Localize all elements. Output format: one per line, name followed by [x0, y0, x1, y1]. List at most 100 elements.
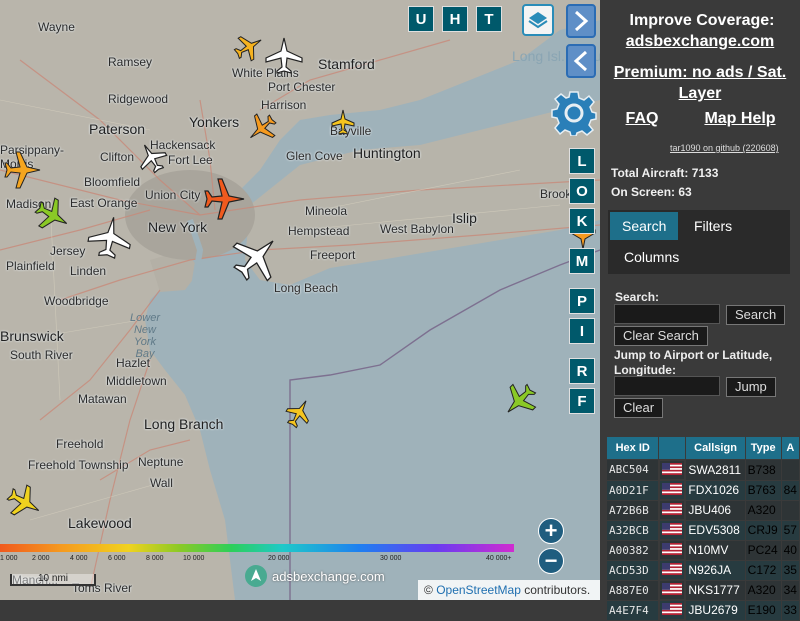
- us-flag-icon: [662, 502, 683, 515]
- place-ramsey: Ramsey: [108, 55, 153, 69]
- button-p[interactable]: P: [569, 288, 595, 314]
- place-bloomfield: Bloomfield: [84, 175, 141, 189]
- table-cell-type: B763: [744, 479, 782, 501]
- legend-label: 4 000: [70, 555, 88, 562]
- table-header-row: Hex ID Callsign Type A: [605, 436, 800, 460]
- place-islip: Islip: [452, 210, 477, 226]
- button-m[interactable]: M: [569, 248, 595, 274]
- place-linden: Linden: [70, 264, 107, 278]
- place-stamford: Stamford: [318, 56, 375, 72]
- premium-link-line2[interactable]: Layer: [600, 85, 800, 103]
- legend-label: 6 000: [108, 555, 126, 562]
- map-attribution: © OpenStreetMap contributors.: [418, 580, 600, 600]
- table-row[interactable]: A32BCB EDV5308 CRJ9 57: [605, 519, 800, 541]
- button-i[interactable]: I: [569, 318, 595, 344]
- place-mineola: Mineola: [305, 204, 348, 218]
- place-clifton: Clifton: [100, 150, 135, 164]
- table-cell-type: CRJ9: [744, 519, 782, 541]
- map-help-label: Map Help: [704, 110, 776, 127]
- button-l[interactable]: L: [569, 148, 595, 174]
- adsbexchange-logo-icon: [245, 565, 267, 587]
- tab-filters[interactable]: Filters: [682, 212, 744, 240]
- column-header-type[interactable]: Type: [744, 436, 782, 460]
- clear-button[interactable]: Clear: [614, 398, 664, 418]
- place-jersey: Jersey: [50, 244, 86, 258]
- version-link[interactable]: tar1090 on github (220608): [670, 143, 779, 153]
- us-flag-icon: [662, 602, 683, 615]
- collapse-panel-button[interactable]: [566, 44, 596, 78]
- aircraft-icon[interactable]: [0, 150, 44, 190]
- table-row[interactable]: ACD53D N926JA C172 35: [605, 559, 800, 581]
- clear-search-button[interactable]: Clear Search: [614, 326, 708, 346]
- button-o[interactable]: O: [569, 178, 595, 204]
- legend-label: 30 000: [380, 555, 402, 562]
- aircraft-icon[interactable]: [330, 108, 356, 136]
- column-header-callsign[interactable]: Callsign: [685, 436, 746, 460]
- total-aircraft-value: 7133: [691, 166, 719, 180]
- jump-input[interactable]: [614, 376, 720, 396]
- watermark-text: adsbexchange.com: [272, 568, 385, 584]
- button-f[interactable]: F: [569, 388, 595, 414]
- jump-button[interactable]: Jump: [726, 377, 776, 397]
- chevron-left-icon: [573, 50, 588, 72]
- button-u[interactable]: U: [408, 6, 434, 32]
- aircraft-icon[interactable]: [4, 482, 44, 522]
- premium-link[interactable]: Premium: no ads / Sat.: [600, 64, 800, 82]
- map-view[interactable]: Wayne Ramsey Ridgewood Paterson Hackensa…: [0, 0, 600, 600]
- table-cell-hex: ABC504: [605, 459, 660, 481]
- map-help-link[interactable]: Map Help: [700, 110, 780, 128]
- aircraft-icon[interactable]: [284, 396, 314, 430]
- zoom-in-button[interactable]: +: [538, 518, 564, 544]
- aircraft-icon[interactable]: [232, 30, 266, 64]
- table-cell-hex: A00382: [605, 539, 660, 561]
- table-row[interactable]: A00382 N10MV PC24 40: [605, 539, 800, 561]
- faq-link[interactable]: FAQ: [622, 110, 662, 128]
- button-h[interactable]: H: [442, 6, 468, 32]
- aircraft-icon[interactable]: [32, 195, 72, 235]
- tab-search[interactable]: Search: [610, 212, 679, 240]
- place-neptune: Neptune: [138, 455, 184, 469]
- place-lakewood: Lakewood: [68, 515, 132, 531]
- improve-coverage-link[interactable]: adsbexchange.com: [600, 33, 800, 51]
- button-r[interactable]: R: [569, 358, 595, 384]
- table-row[interactable]: A4E7F4 JBU2679 E190 33: [605, 599, 800, 621]
- aircraft-icon[interactable]: [500, 380, 540, 420]
- layers-icon: [528, 12, 548, 29]
- button-k[interactable]: K: [569, 208, 595, 234]
- button-t[interactable]: T: [476, 6, 502, 32]
- aircraft-icon[interactable]: [86, 214, 134, 262]
- table-row[interactable]: A887E0 NKS1777 A320 34: [605, 579, 800, 601]
- attribution-prefix: ©: [424, 583, 437, 597]
- aircraft-icon[interactable]: [264, 36, 304, 76]
- aircraft-icon[interactable]: [200, 175, 248, 223]
- place-union-city: Union City: [145, 188, 201, 202]
- search-button[interactable]: Search: [726, 305, 786, 325]
- aircraft-icon[interactable]: [134, 140, 170, 176]
- table-cell-callsign: N926JA: [685, 559, 746, 581]
- table-cell-altitude: [780, 499, 800, 521]
- layers-button[interactable]: [522, 4, 554, 36]
- table-cell-flag: [659, 460, 686, 480]
- zoom-out-button[interactable]: −: [538, 548, 564, 574]
- openstreetmap-link[interactable]: OpenStreetMap: [436, 583, 521, 597]
- table-cell-altitude: 34: [780, 579, 800, 601]
- table-cell-callsign: EDV5308: [685, 519, 746, 541]
- table-row[interactable]: A72B6B JBU406 A320: [605, 499, 800, 521]
- table-cell-altitude: [780, 459, 800, 481]
- on-screen-label: On Screen:: [611, 185, 676, 199]
- place-new-york: New York: [148, 219, 208, 235]
- column-header-altitude[interactable]: A: [780, 436, 800, 460]
- table-cell-callsign: JBU2679: [685, 599, 746, 621]
- expand-panel-button[interactable]: [566, 4, 596, 38]
- column-header-flag[interactable]: [658, 436, 687, 460]
- table-row[interactable]: ABC504 SWA2811 B738: [605, 459, 800, 481]
- tab-columns[interactable]: Columns: [612, 243, 691, 271]
- column-header-hex-id[interactable]: Hex ID: [605, 436, 660, 460]
- table-cell-callsign: SWA2811: [685, 459, 746, 481]
- search-input[interactable]: [614, 304, 720, 324]
- table-row[interactable]: A0D21F FDX1026 B763 84: [605, 479, 800, 501]
- settings-button[interactable]: [551, 90, 597, 137]
- aircraft-table: Hex ID Callsign Type A ABC504 SWA2811 B738…: [605, 436, 800, 621]
- aircraft-icon[interactable]: [244, 110, 280, 146]
- aircraft-icon[interactable]: [228, 230, 284, 286]
